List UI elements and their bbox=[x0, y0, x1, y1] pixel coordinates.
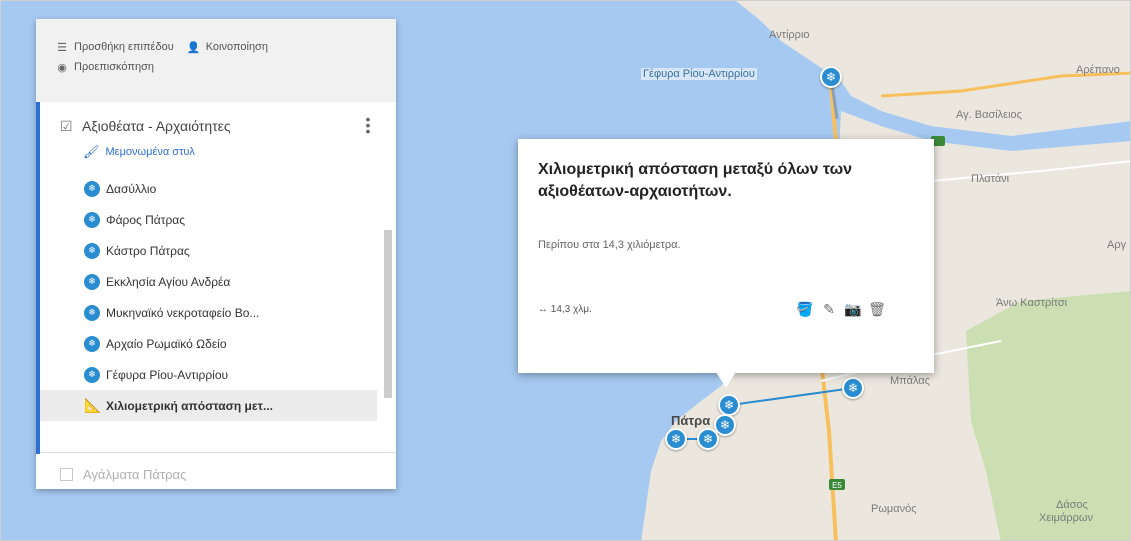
label-ano-kastritsi: Άνω Καστρίτσι bbox=[996, 297, 1068, 309]
item-label: Χιλιομετρική απόσταση μετ... bbox=[106, 398, 273, 413]
item-label: Δασύλλιο bbox=[106, 181, 157, 196]
item-label: Φάρος Πάτρας bbox=[106, 212, 186, 227]
layer-header[interactable]: ☑ Αξιοθέατα - Αρχαιότητες bbox=[36, 115, 396, 137]
item-label: Αρχαίο Ρωμαϊκό Ωδείο bbox=[106, 336, 227, 351]
pin-church[interactable]: ❄ bbox=[697, 428, 719, 450]
list-item[interactable]: ❄ Δασύλλιο bbox=[36, 173, 396, 204]
info-tools: 🪣 ✎ 📷 🗑 bbox=[796, 299, 892, 319]
camera-icon[interactable]: 📷 bbox=[844, 299, 862, 319]
pencil-icon[interactable]: ✎ bbox=[820, 299, 838, 319]
label-ag-vasileios: Αγ. Βασίλειος bbox=[956, 109, 1022, 121]
list-item[interactable]: ❄ Εκκλησία Αγίου Ανδρέα bbox=[36, 266, 396, 297]
paint-roller-icon: 🖌 bbox=[83, 144, 100, 159]
pin-lighthouse[interactable]: ❄ bbox=[665, 428, 687, 450]
info-description: Περίπου στα 14,3 χιλιόμετρα. bbox=[538, 239, 681, 251]
ruler-icon: 📐 bbox=[84, 397, 102, 413]
label-arg: Αργ bbox=[1107, 239, 1127, 251]
add-person-icon: 👤 bbox=[186, 41, 201, 54]
layer-checkbox[interactable]: ☑ bbox=[60, 119, 74, 133]
share-label: Κοινοποίηση bbox=[205, 41, 268, 53]
label-bridge: Γέφυρα Ρίου-Αντιρρίου bbox=[641, 68, 757, 80]
list-item[interactable]: ❄ Μυκηναϊκό νεκροταφείο Βο... bbox=[36, 297, 396, 328]
layer-statues[interactable]: Αγάλματα Πάτρας bbox=[36, 452, 396, 482]
label-romanos: Ρωμανός bbox=[871, 503, 917, 515]
list-item[interactable]: ❄ Αρχαίο Ρωμαϊκό Ωδείο bbox=[36, 328, 396, 359]
landmark-pin-icon: ❄ bbox=[84, 242, 100, 259]
add-layer-label: Προσθήκη επιπέδου bbox=[74, 41, 174, 53]
panel-toolbar: ☰ Προσθήκη επιπέδου 👤 Κοινοποίηση ◉ Προε… bbox=[36, 19, 396, 102]
panel-scrollbar[interactable] bbox=[384, 230, 392, 398]
label-forest: Δάσος bbox=[1056, 499, 1088, 511]
pin-mycenaean[interactable]: ❄ bbox=[842, 377, 864, 399]
layers-panel: ☰ Προσθήκη επιπέδου 👤 Κοινοποίηση ◉ Προε… bbox=[36, 19, 396, 489]
share-button[interactable]: 👤 Κοινοποίηση bbox=[186, 41, 268, 54]
layer-checkbox-empty[interactable] bbox=[60, 468, 73, 481]
landmark-pin-icon: ❄ bbox=[84, 335, 100, 352]
list-item[interactable]: ❄ Γέφυρα Ρίου-Αντιρρίου bbox=[36, 359, 396, 390]
add-layer-button[interactable]: ☰ Προσθήκη επιπέδου bbox=[54, 41, 174, 54]
label-arepano: Αρέπανο bbox=[1076, 64, 1120, 76]
paint-bucket-icon[interactable]: 🪣 bbox=[796, 299, 814, 319]
list-item[interactable]: ❄ Κάστρο Πάτρας bbox=[36, 235, 396, 266]
layers-icon: ☰ bbox=[57, 41, 67, 54]
list-item-selected[interactable]: 📐 Χιλιομετρική απόσταση μετ... bbox=[36, 390, 377, 421]
pin-castle[interactable]: ❄ bbox=[718, 394, 740, 416]
item-label: Μυκηναϊκό νεκροταφείο Βο... bbox=[106, 305, 260, 320]
layer-items: ❄ Δασύλλιο ❄ Φάρος Πάτρας ❄ Κάστρο Πάτρα… bbox=[36, 173, 396, 421]
item-label: Γέφυρα Ρίου-Αντιρρίου bbox=[106, 367, 229, 382]
preview-button[interactable]: ◉ Προεπισκόπηση bbox=[54, 61, 154, 74]
info-window-tail bbox=[716, 372, 736, 388]
layer-attractions: ☑ Αξιοθέατα - Αρχαιότητες • • • 🖌 Μεμονωμέ… bbox=[36, 102, 396, 454]
label-antirrio: Αντίρριο bbox=[769, 29, 810, 41]
info-window: Χιλιομετρική απόσταση μεταξύ όλων των αξ… bbox=[518, 139, 934, 388]
layer-accent-bar bbox=[36, 102, 40, 454]
label-forest-2: Χειμάρρων bbox=[1039, 512, 1093, 524]
item-label: Κάστρο Πάτρας bbox=[106, 243, 190, 258]
eye-icon: ◉ bbox=[57, 61, 67, 74]
layer-2-title: Αγάλματα Πάτρας bbox=[83, 467, 187, 482]
landmark-pin-icon: ❄ bbox=[84, 366, 100, 383]
trash-icon[interactable]: 🗑 bbox=[868, 299, 886, 319]
landmark-pin-icon: ❄ bbox=[84, 304, 100, 321]
preview-label: Προεπισκόπηση bbox=[74, 61, 154, 73]
distance-measurement: ↔ 14,3 χλμ. bbox=[538, 304, 592, 315]
landmark-pin-icon: ❄ bbox=[84, 211, 100, 228]
info-title: Χιλιομετρική απόσταση μεταξύ όλων των αξ… bbox=[538, 161, 852, 200]
pin-bridge[interactable]: ❄ bbox=[820, 66, 842, 88]
label-patra: Πάτρα bbox=[671, 413, 711, 428]
label-bala: Μπάλας bbox=[890, 375, 930, 387]
item-label: Εκκλησία Αγίου Ανδρέα bbox=[106, 274, 231, 289]
landmark-pin-icon: ❄ bbox=[84, 273, 100, 290]
label-platani: Πλατάνι bbox=[971, 173, 1010, 185]
landmark-pin-icon: ❄ bbox=[84, 180, 100, 197]
individual-styles-link[interactable]: 🖌 Μεμονωμένα στυλ bbox=[36, 140, 396, 164]
style-link-label: Μεμονωμένα στυλ bbox=[105, 146, 195, 158]
list-item[interactable]: ❄ Φάρος Πάτρας bbox=[36, 204, 396, 235]
layer-options-icon[interactable]: • • • bbox=[364, 112, 372, 138]
road-shield-label: E5 bbox=[832, 481, 842, 490]
layer-title: Αξιοθέατα - Αρχαιότητες bbox=[82, 118, 231, 134]
